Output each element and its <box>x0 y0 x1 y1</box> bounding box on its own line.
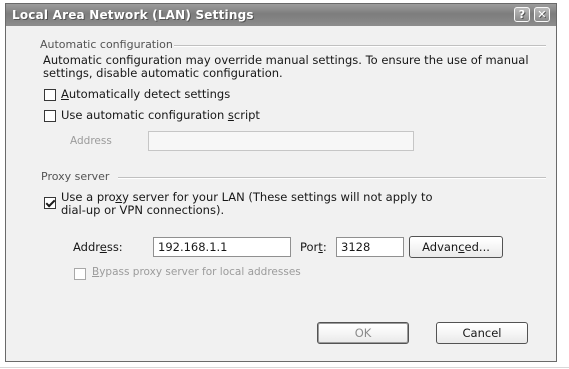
use-proxy-checkbox[interactable] <box>44 197 56 209</box>
close-icon[interactable]: ✕ <box>534 7 550 22</box>
proxy-port-label: Port: <box>300 240 327 254</box>
automatic-config-group-title: Automatic configuration <box>40 38 173 51</box>
window-title: Local Area Network (LAN) Settings <box>12 8 254 22</box>
proxy-port-label-post: : <box>322 240 327 254</box>
background-page-edge <box>0 367 569 368</box>
auto-config-script-checkbox[interactable] <box>44 110 56 122</box>
auto-detect-label-key: A <box>61 87 69 101</box>
script-label-pre: Use automatic configuration <box>61 108 228 122</box>
question-mark-icon[interactable]: ? <box>514 7 530 22</box>
script-address-input[interactable] <box>148 131 414 151</box>
use-proxy-label-line2: dial-up or VPN connections). <box>61 203 225 217</box>
proxy-address-input[interactable] <box>153 237 291 257</box>
bypass-local-checkbox[interactable] <box>74 268 86 280</box>
use-proxy-label-pre: Use a pro <box>61 190 116 204</box>
proxy-port-label-pre: Por <box>300 240 319 254</box>
advanced-button[interactable]: Advanced... <box>409 236 503 258</box>
auto-detect-label[interactable]: Automatically detect settings <box>61 87 230 101</box>
auto-config-script-label[interactable]: Use automatic configuration script <box>61 108 260 122</box>
proxy-server-divider <box>118 177 546 179</box>
auto-detect-label-text: utomatically detect settings <box>68 87 231 101</box>
script-label-post: cript <box>233 108 260 122</box>
proxy-address-label-pre: Addr <box>73 240 100 254</box>
proxy-port-input[interactable] <box>336 237 404 257</box>
lan-settings-dialog: Local Area Network (LAN) Settings ? ✕ Au… <box>5 3 557 362</box>
auto-detect-checkbox[interactable] <box>44 89 56 101</box>
proxy-address-label-key: e <box>99 240 107 254</box>
automatic-config-divider <box>174 45 546 47</box>
advanced-label-pre: Advan <box>422 240 459 254</box>
bypass-label-text: ypass proxy server for local addresses <box>99 266 301 278</box>
proxy-address-label: Address: <box>73 240 123 254</box>
ok-button[interactable]: OK <box>317 322 409 344</box>
proxy-server-group-title: Proxy server <box>41 170 110 183</box>
bypass-local-label: Bypass proxy server for local addresses <box>92 266 301 278</box>
cancel-button[interactable]: Cancel <box>436 322 528 344</box>
use-proxy-label[interactable]: Use a proxy server for your LAN (These s… <box>61 191 541 217</box>
use-proxy-label-post: y server for your LAN (These settings wi… <box>122 190 433 204</box>
ok-label: OK <box>354 326 372 340</box>
proxy-address-label-post: ss: <box>106 240 123 254</box>
title-bar: Local Area Network (LAN) Settings ? ✕ <box>6 4 556 26</box>
advanced-label-post: ed... <box>464 240 490 254</box>
script-address-label: Address <box>70 135 112 147</box>
automatic-config-description: Automatic configuration may override man… <box>43 53 529 80</box>
